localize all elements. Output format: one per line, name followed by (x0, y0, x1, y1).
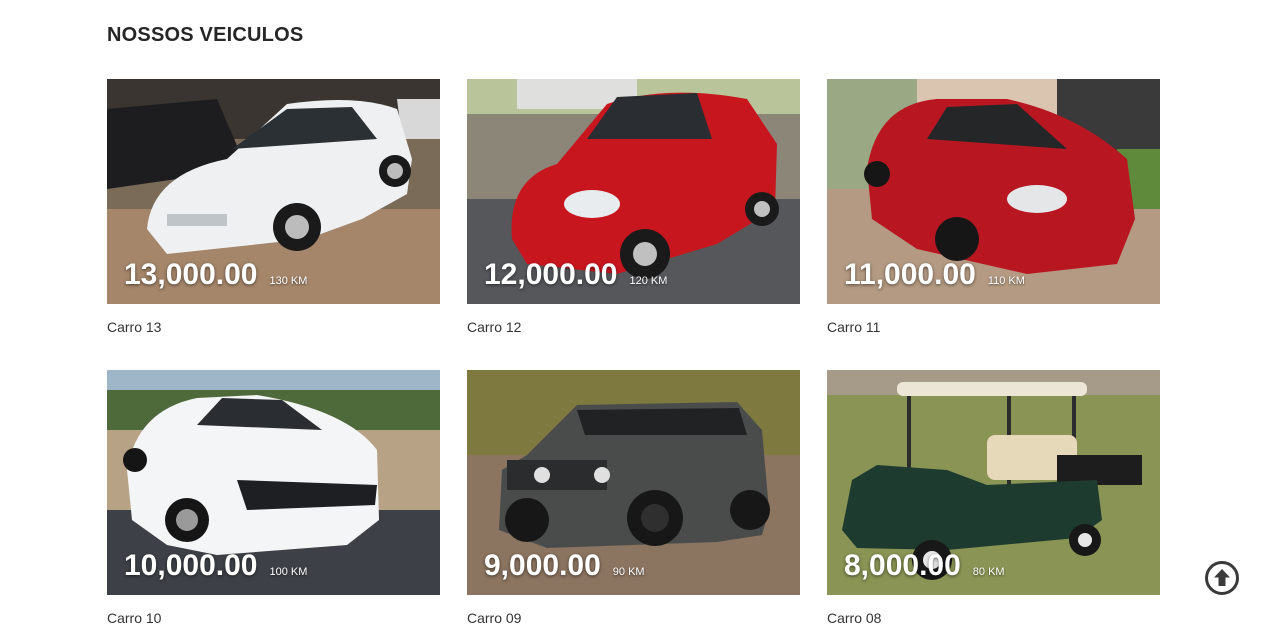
vehicle-card[interactable]: 9,000.00 90 KM Carro 09 (467, 370, 800, 635)
vehicle-card[interactable]: 11,000.00 110 KM Carro 11 (827, 79, 1160, 344)
vehicle-name[interactable]: Carro 13 (107, 319, 161, 335)
vehicle-photo[interactable]: 10,000.00 100 KM (107, 370, 440, 595)
arrow-up-circle-icon (1205, 561, 1239, 595)
vehicle-mileage: 110 KM (987, 275, 1025, 287)
vehicle-name[interactable]: Carro 08 (827, 610, 881, 626)
vehicle-price: 8,000.00 (844, 549, 961, 582)
vehicle-price: 11,000.00 (844, 258, 976, 291)
section-title: NOSSOS VEICULOS (107, 24, 304, 46)
vehicle-card[interactable]: 8,000.00 80 KM Carro 08 (827, 370, 1160, 635)
vehicle-name[interactable]: Carro 09 (467, 610, 521, 626)
vehicle-name[interactable]: Carro 10 (107, 610, 161, 626)
vehicle-price: 12,000.00 (484, 258, 618, 291)
vehicle-card[interactable]: 12,000.00 120 KM Carro 12 (467, 79, 800, 344)
vehicle-name[interactable]: Carro 11 (827, 319, 880, 335)
vehicle-mileage: 130 KM (269, 275, 308, 287)
vehicle-card[interactable]: 10,000.00 100 KM Carro 10 (107, 370, 440, 635)
vehicle-card[interactable]: 13,000.00 130 KM Carro 13 (107, 79, 440, 344)
vehicle-price: 9,000.00 (484, 549, 601, 582)
vehicle-mileage: 100 KM (269, 566, 308, 578)
vehicle-name[interactable]: Carro 12 (467, 319, 521, 335)
vehicle-photo[interactable]: 13,000.00 130 KM (107, 79, 440, 304)
vehicle-photo[interactable]: 11,000.00 110 KM (827, 79, 1160, 304)
vehicle-photo[interactable]: 9,000.00 90 KM (467, 370, 800, 595)
back-to-top-button[interactable] (1204, 560, 1240, 596)
vehicle-price: 13,000.00 (124, 258, 258, 291)
vehicle-mileage: 80 KM (972, 566, 1005, 578)
vehicle-photo[interactable]: 12,000.00 120 KM (467, 79, 800, 304)
vehicle-price: 10,000.00 (124, 549, 258, 582)
vehicle-mileage: 120 KM (629, 275, 668, 287)
vehicle-mileage: 90 KM (612, 566, 645, 578)
vehicle-photo[interactable]: 8,000.00 80 KM (827, 370, 1160, 595)
